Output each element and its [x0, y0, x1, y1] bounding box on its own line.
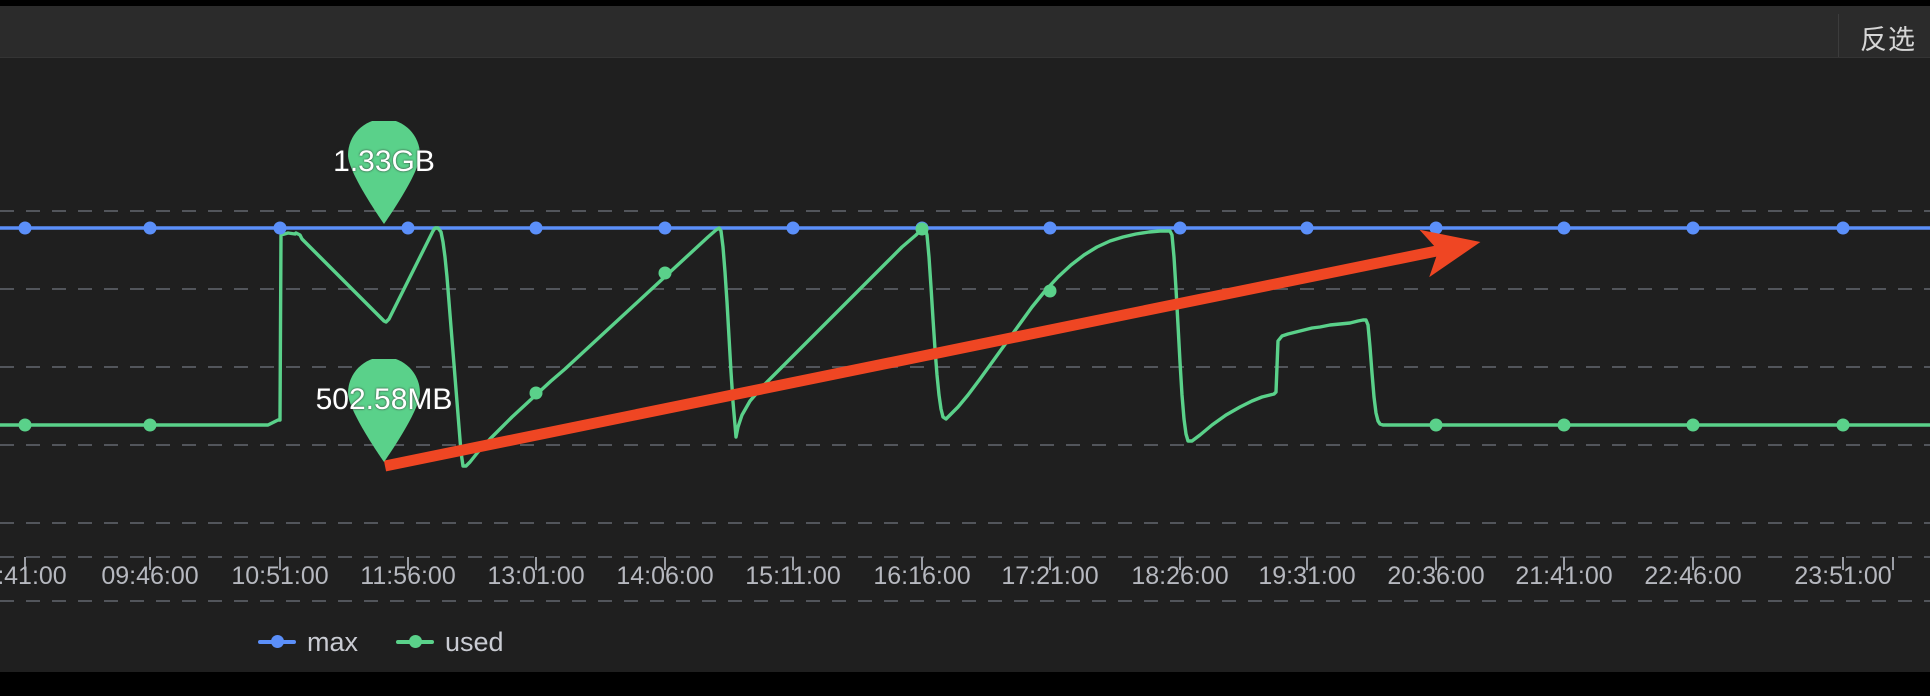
x-axis-tick-label: 21:41:00: [1515, 562, 1613, 590]
chart-legend[interactable]: max used: [0, 622, 1930, 662]
x-axis-tick-label: 09:46:00: [101, 562, 199, 590]
bottom-black-strip: [0, 672, 1930, 696]
screenshot-root: 反选 1.33GB502.58MB 8:41:0009:46:0010:51:0…: [0, 0, 1930, 696]
x-axis-tick-label: 13:01:00: [487, 562, 585, 590]
legend-swatch-icon: [258, 633, 296, 651]
x-axis-tick-label: 8:41:00: [0, 562, 67, 590]
x-axis-tick-label: 22:46:00: [1644, 562, 1742, 590]
x-axis-tick-label: 18:26:00: [1131, 562, 1229, 590]
legend-label: max: [307, 626, 359, 657]
legend-label: used: [445, 626, 504, 657]
chart-panel: 1.33GB502.58MB 8:41:0009:46:0010:51:0011…: [0, 57, 1930, 672]
legend-item-used[interactable]: used: [396, 627, 504, 658]
legend-swatch-icon: [396, 633, 435, 651]
toolbar-divider: [1838, 14, 1839, 63]
chart-gridlines: [0, 210, 1930, 602]
x-axis-tick-label: 19:31:00: [1258, 562, 1356, 590]
x-axis-tick-label: 11:56:00: [360, 562, 456, 590]
x-axis-tick-label: 17:21:00: [1001, 562, 1099, 590]
x-axis-tick-label: 15:11:00: [745, 562, 841, 590]
toolbar: 反选: [0, 6, 1930, 63]
legend-item-max[interactable]: max: [258, 627, 358, 658]
x-axis-tick-label: 23:51:00: [1794, 562, 1892, 590]
trend-arrow-annotation: [383, 229, 1481, 472]
x-axis-tick-label: 10:51:00: [231, 562, 329, 590]
x-axis-tick-label: 16:16:00: [873, 562, 971, 590]
x-axis-tick-label: 20:36:00: [1387, 562, 1485, 590]
invert-selection-button[interactable]: 反选: [1860, 12, 1916, 63]
x-axis-tick-label: 14:06:00: [616, 562, 714, 590]
x-axis-labels: 8:41:00 09:46:00 10:51:00 11:56:00 13:01:00 1…: [0, 562, 1930, 602]
